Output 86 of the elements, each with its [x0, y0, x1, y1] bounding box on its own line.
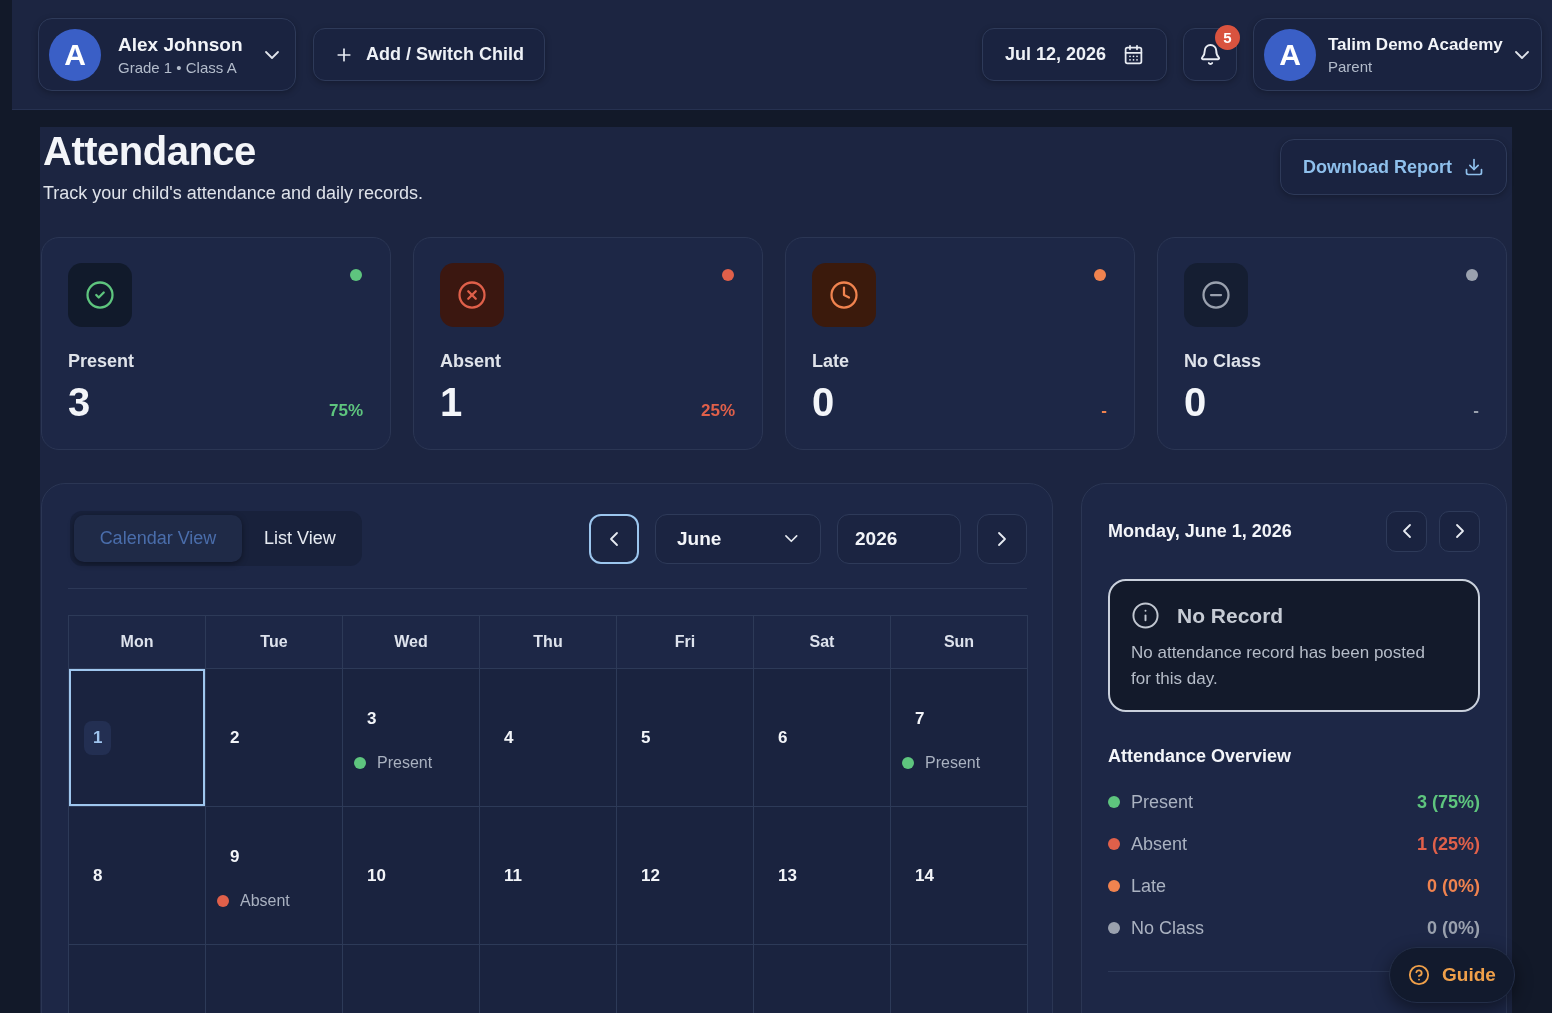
day-number[interactable]: 2: [221, 720, 249, 755]
day-number[interactable]: 3: [358, 701, 386, 736]
stat-label: Present: [68, 350, 136, 372]
check-circle-icon: [85, 280, 115, 310]
weekday-header: Sun: [943, 633, 975, 651]
page-title: Attendance: [42, 128, 257, 175]
date-button[interactable]: Jul 12, 2026: [982, 28, 1167, 81]
overview-label: Absent: [1131, 833, 1188, 855]
status-label: Present: [925, 752, 981, 773]
calendar-icon: [1123, 44, 1144, 65]
overview-value: 0 (0%): [1427, 875, 1480, 897]
day-number[interactable]: 8: [84, 858, 112, 893]
child-class: Grade 1 • Class A: [118, 58, 237, 76]
year-field[interactable]: 2026: [837, 513, 961, 564]
page-subtitle: Track your child's attendance and daily records.: [43, 182, 423, 205]
chevron-left-icon: [1402, 524, 1411, 538]
overview-label: No Class: [1131, 917, 1205, 939]
weekday-header: Sat: [809, 633, 835, 651]
avatar: A: [49, 28, 101, 81]
guide-button[interactable]: Guide: [1389, 947, 1515, 1003]
help-icon: [1408, 964, 1431, 986]
day-number[interactable]: 12: [632, 858, 669, 893]
stat-percentage: 75%: [328, 401, 363, 421]
notification-count-badge: 5: [1215, 25, 1240, 50]
previous-day-button[interactable]: [1386, 510, 1427, 552]
chevron-left-icon: [610, 531, 618, 546]
stat-label: Absent: [440, 350, 502, 372]
account-role: Parent: [1328, 57, 1373, 75]
account-selector[interactable]: A Talim Demo Academy Parent: [1253, 18, 1542, 91]
stat-value: 0: [1184, 380, 1207, 424]
chevron-right-icon: [998, 531, 1006, 546]
month-select[interactable]: June: [655, 513, 821, 564]
day-number[interactable]: 6: [769, 720, 797, 755]
minus-circle-icon: [1201, 280, 1231, 310]
notice-title: No Record: [1177, 603, 1284, 628]
avatar: A: [1264, 28, 1316, 81]
stat-percentage: -: [1473, 401, 1479, 421]
chevron-down-icon: [785, 534, 798, 543]
weekday-header: Thu: [533, 633, 563, 651]
chevron-down-icon: [1514, 50, 1529, 59]
info-icon: [1131, 601, 1160, 630]
account-name: Talim Demo Academy: [1328, 34, 1503, 55]
day-number[interactable]: 5: [632, 720, 660, 755]
stat-label: Late: [812, 350, 850, 372]
day-number[interactable]: 4: [495, 720, 523, 755]
overview-title: Attendance Overview: [1108, 746, 1293, 767]
day-number[interactable]: 7: [906, 701, 934, 736]
weekday-header: Mon: [120, 633, 154, 651]
add-switch-child-button[interactable]: Add / Switch Child: [313, 28, 545, 81]
stat-label: No Class: [1184, 350, 1263, 372]
overview-label: Late: [1131, 875, 1167, 897]
child-selector[interactable]: A Alex Johnson Grade 1 • Class A: [38, 18, 296, 91]
next-day-button[interactable]: [1439, 510, 1480, 552]
overview-value: 0 (0%): [1427, 917, 1480, 939]
chevron-right-icon: [1455, 524, 1464, 538]
notifications-button[interactable]: 5: [1183, 28, 1237, 81]
day-number[interactable]: 1: [84, 720, 112, 755]
day-number[interactable]: 10: [358, 858, 395, 893]
x-circle-icon: [457, 280, 487, 310]
download-icon: [1464, 157, 1484, 177]
bell-icon: [1198, 43, 1222, 66]
day-number[interactable]: 14: [906, 858, 943, 893]
notice-message: No attendance record has been posted for this day.: [1131, 642, 1426, 690]
chevron-down-icon: [265, 50, 279, 59]
weekday-header: Wed: [394, 633, 428, 651]
overview-label: Present: [1131, 791, 1194, 813]
view-tab[interactable]: List View: [242, 515, 358, 562]
overview-value: 1 (25%): [1416, 833, 1480, 855]
stat-percentage: -: [1101, 401, 1107, 421]
day-number[interactable]: 9: [221, 839, 249, 874]
stat-percentage: 25%: [700, 401, 735, 421]
status-label: Absent: [240, 890, 290, 911]
stat-value: 3: [68, 380, 91, 424]
overview-value: 3 (75%): [1416, 791, 1480, 813]
selected-date: Monday, June 1, 2026: [1108, 520, 1292, 542]
weekday-header: Fri: [674, 633, 696, 651]
clock-icon: [829, 280, 859, 310]
stat-value: 0: [812, 380, 835, 424]
child-name: Alex Johnson: [118, 33, 243, 56]
weekday-header: Tue: [260, 633, 288, 651]
status-label: Present: [377, 752, 433, 773]
previous-month-button[interactable]: [589, 513, 639, 564]
stat-value: 1: [440, 380, 463, 424]
day-number[interactable]: 13: [769, 858, 806, 893]
download-report-button[interactable]: Download Report: [1280, 139, 1507, 195]
day-number[interactable]: 11: [495, 858, 531, 893]
